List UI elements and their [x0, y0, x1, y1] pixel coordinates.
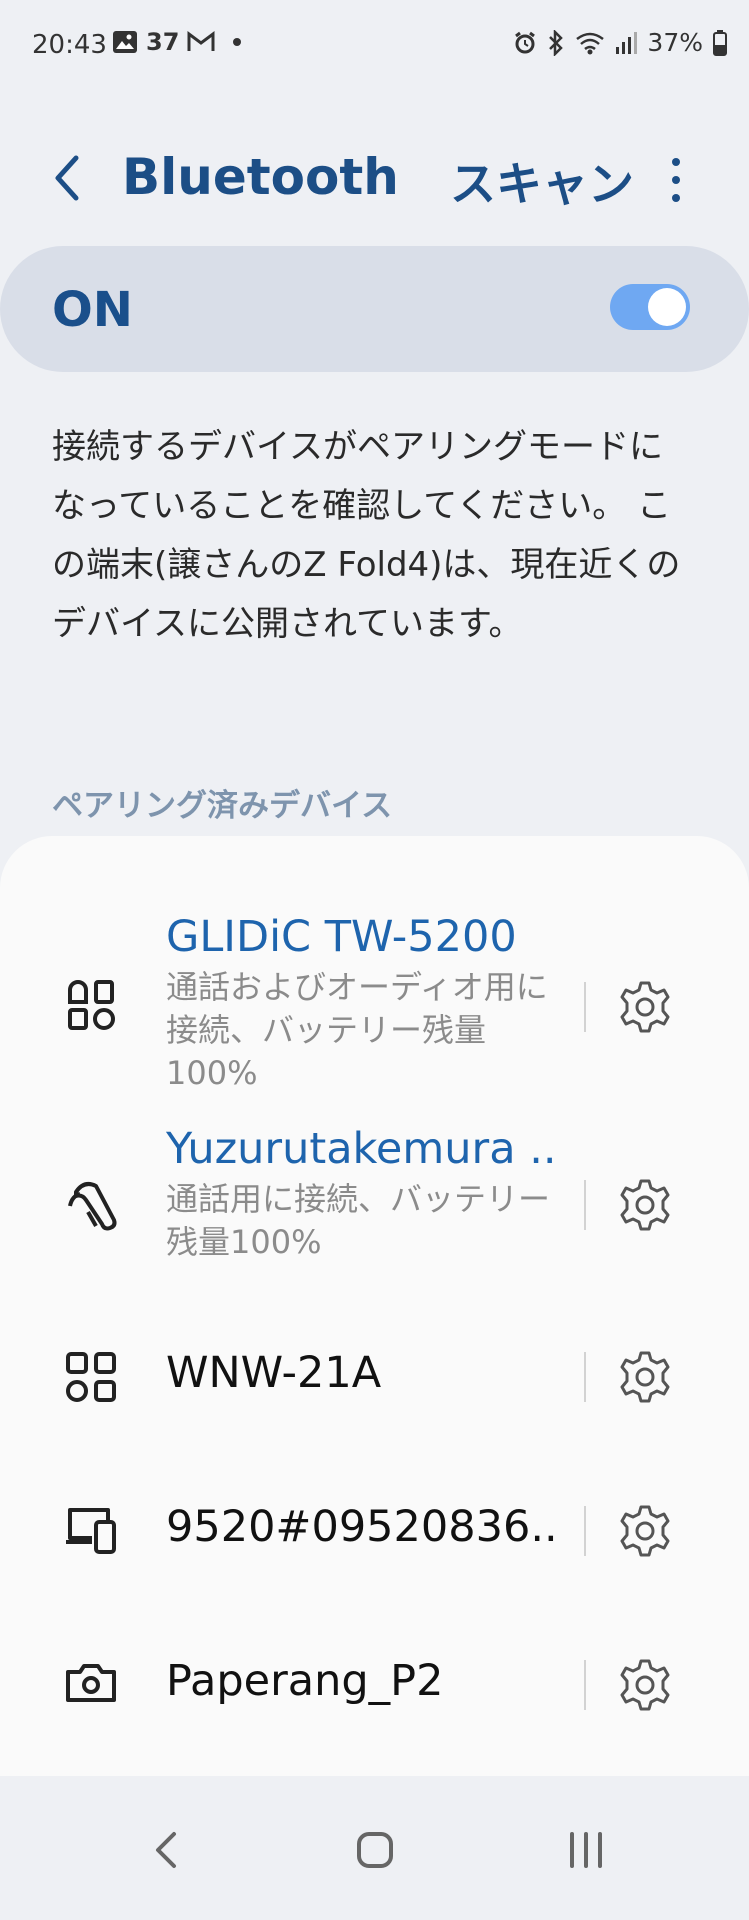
- system-nav-bar: [0, 1776, 749, 1920]
- switch-knob: [648, 288, 686, 326]
- device-name: Yuzurutakemura ..: [166, 1124, 556, 1174]
- status-time: 20:43: [32, 30, 107, 60]
- page-title: Bluetooth: [122, 148, 399, 206]
- paired-devices-header: ペアリング済みデバイス: [52, 788, 393, 824]
- divider: [584, 1660, 586, 1710]
- gear-icon[interactable]: [616, 1348, 674, 1406]
- more-options-icon[interactable]: [660, 154, 692, 206]
- devices-icon: [66, 1508, 116, 1554]
- nav-home-icon[interactable]: [345, 1820, 405, 1880]
- device-row-glidic[interactable]: GLIDiC TW-5200 通話およびオーディオ用に接続、バッテリー残量100…: [0, 876, 749, 1092]
- device-status: 通話およびオーディオ用に接続、バッテリー残量100%: [166, 968, 548, 1092]
- app-bar: Bluetooth スキャン: [0, 130, 749, 230]
- back-arrow-icon[interactable]: [44, 150, 94, 206]
- divider: [584, 1180, 586, 1230]
- device-name: Paperang_P2: [166, 1656, 444, 1706]
- bluetooth-toggle-card[interactable]: ON: [0, 246, 749, 372]
- alarm-icon: [515, 31, 536, 53]
- gear-icon[interactable]: [616, 1656, 674, 1714]
- battery-percent: 37%: [647, 28, 703, 57]
- divider: [584, 1506, 586, 1556]
- bluetooth-switch[interactable]: [610, 284, 690, 330]
- device-row-yuzurutakemura[interactable]: Yuzurutakemura .. 通話用に接続、バッテリー残量100%: [0, 1102, 749, 1272]
- gear-icon[interactable]: [616, 978, 674, 1036]
- gear-icon[interactable]: [616, 1502, 674, 1560]
- pairing-description: 接続するデバイスがペアリングモードになっていることを確認してください。 この端末…: [52, 427, 681, 644]
- gear-icon[interactable]: [616, 1176, 674, 1234]
- divider: [584, 982, 586, 1032]
- battery-icon: [713, 29, 727, 56]
- device-row-paperang[interactable]: Paperang_P2: [0, 1624, 749, 1744]
- bluetooth-icon: [549, 29, 564, 56]
- gallery-icon: [113, 31, 137, 53]
- headset-icon: [68, 1182, 117, 1231]
- device-row-wnw21a[interactable]: WNW-21A: [0, 1316, 749, 1436]
- earbuds-icon: [68, 980, 115, 1030]
- signal-icon: [616, 31, 638, 54]
- wifi-icon: [576, 32, 605, 54]
- device-name: 9520#09520836..: [166, 1502, 556, 1552]
- paired-devices-list: GLIDiC TW-5200 通話およびオーディオ用に接続、バッテリー残量100…: [0, 836, 749, 1776]
- scan-button[interactable]: スキャン: [450, 148, 634, 214]
- nav-back-icon[interactable]: [138, 1820, 198, 1880]
- apps-icon: [66, 1352, 116, 1402]
- toggle-label: ON: [52, 282, 133, 338]
- device-name: GLIDiC TW-5200: [166, 912, 517, 962]
- nav-recents-icon[interactable]: [556, 1820, 616, 1880]
- device-name: WNW-21A: [166, 1348, 382, 1398]
- divider: [584, 1352, 586, 1402]
- camera-icon: [66, 1664, 116, 1702]
- status-bar: 20:43 37 37%: [0, 0, 749, 90]
- device-status: 通話用に接続、バッテリー残量100%: [166, 1180, 551, 1261]
- notification-dot: [233, 38, 242, 46]
- gmail-icon: [187, 31, 215, 51]
- mail-count: 37: [146, 28, 180, 56]
- device-row-9520[interactable]: 9520#09520836..: [0, 1470, 749, 1590]
